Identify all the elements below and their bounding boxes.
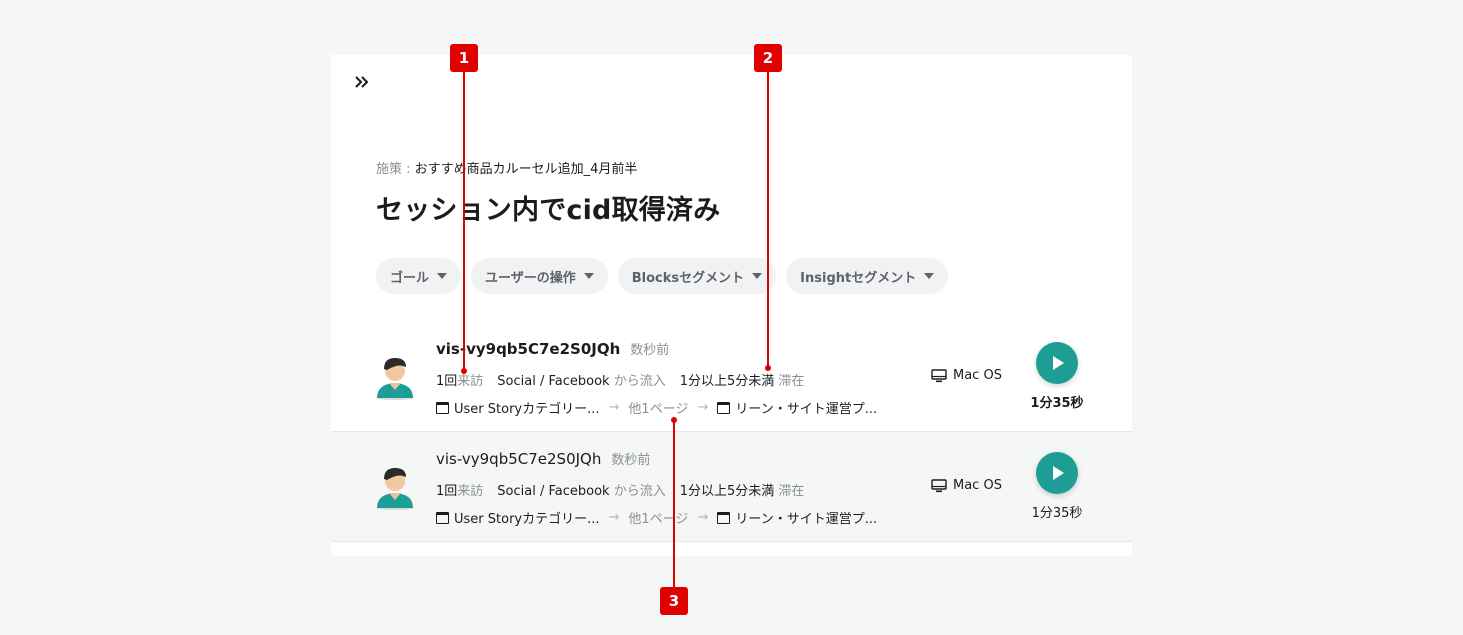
- caret-down-icon: [752, 273, 763, 279]
- visit-count: 1回: [436, 484, 458, 499]
- visit-suffix: 来訪: [457, 484, 484, 499]
- play-icon: [1053, 356, 1064, 370]
- session-row[interactable]: vis-vy9qb5C7e2S0JQh 数秒前 1回来訪 Social / Face…: [331, 432, 1132, 542]
- filter-label: ゴール: [390, 270, 430, 286]
- filter-insight-segment[interactable]: Insightセグメント: [786, 258, 949, 294]
- callout-dot-1: [461, 368, 467, 374]
- stay-suffix: 滞在: [774, 374, 805, 389]
- session-meta: 1回来訪 Social / Facebook から流入 1分以上5分未満 滞在: [436, 370, 804, 389]
- other-pages[interactable]: 他1ページ: [628, 398, 688, 417]
- os-name: Mac OS: [953, 478, 1002, 493]
- source-suffix: から流入: [609, 374, 666, 389]
- first-page[interactable]: User Storyカテゴリー...: [454, 398, 600, 417]
- arrow-right-icon: →: [697, 400, 709, 415]
- page-flow: User Storyカテゴリー... → 他1ページ → リーン・サイト運営プ.…: [436, 398, 877, 417]
- visitor-id[interactable]: vis-vy9qb5C7e2S0JQh 数秒前: [436, 339, 669, 358]
- callout-line-2: [767, 72, 769, 368]
- callout-dot-3: [671, 417, 677, 423]
- visitor-id[interactable]: vis-vy9qb5C7e2S0JQh 数秒前: [436, 449, 650, 468]
- source-sep: /: [535, 484, 549, 499]
- visit-count: 1回: [436, 374, 458, 389]
- filter-blocks-segment[interactable]: Blocksセグメント: [617, 258, 777, 294]
- last-page[interactable]: リーン・サイト運営プ...: [735, 508, 877, 527]
- last-page[interactable]: リーン・サイト運営プ...: [735, 398, 877, 417]
- medium: Facebook: [548, 374, 610, 389]
- callout-line-3: [673, 420, 675, 588]
- visit-suffix: 来訪: [457, 374, 484, 389]
- session-duration: 1分35秒: [1031, 506, 1083, 521]
- callout-line-1: [463, 72, 465, 372]
- stay-duration: 1分以上5分未満: [679, 374, 775, 389]
- caret-down-icon: [583, 273, 594, 279]
- session-meta: 1回来訪 Social / Facebook から流入 1分以上5分未満 滞在: [436, 480, 804, 499]
- stay-duration: 1分以上5分未満: [679, 484, 775, 499]
- caret-down-icon: [924, 273, 935, 279]
- filter-user-action[interactable]: ユーザーの操作: [471, 258, 608, 294]
- arrow-right-icon: →: [697, 510, 709, 525]
- os-name: Mac OS: [953, 368, 1002, 383]
- page-icon: [436, 511, 449, 524]
- os-info: Mac OS: [931, 478, 1002, 493]
- user-avatar-icon: [376, 468, 414, 510]
- session-row[interactable]: vis-vy9qb5C7e2S0JQh 数秒前 1回来訪 Social / Face…: [331, 322, 1132, 432]
- page-icon: [436, 401, 449, 414]
- session-duration: 1分35秒: [1030, 396, 1084, 411]
- visitor-id-text: vis-vy9qb5C7e2S0JQh: [436, 450, 602, 468]
- campaign-prefix: 施策 :: [376, 162, 415, 177]
- page-icon: [717, 511, 731, 524]
- page-icon: [717, 401, 731, 414]
- other-pages[interactable]: 他1ページ: [628, 508, 688, 527]
- campaign-name: おすすめ商品カルーセル追加_4月前半: [414, 162, 638, 177]
- desktop-icon: [931, 368, 947, 382]
- source: Social: [497, 374, 536, 389]
- time-ago: 数秒前: [630, 343, 670, 358]
- source-sep: /: [535, 374, 549, 389]
- callout-badge-1: 1: [450, 44, 478, 72]
- caret-down-icon: [437, 273, 448, 279]
- play-icon: [1053, 466, 1064, 480]
- campaign-label: 施策 : おすすめ商品カルーセル追加_4月前半: [376, 158, 637, 177]
- play-button[interactable]: [1036, 342, 1078, 384]
- first-page[interactable]: User Storyカテゴリー...: [454, 508, 600, 527]
- double-chevron-right-icon[interactable]: [351, 71, 373, 93]
- filter-bar: ゴール ユーザーの操作 Blocksセグメント Insightセグメント: [376, 258, 949, 294]
- arrow-right-icon: →: [608, 400, 620, 415]
- filter-label: ユーザーの操作: [485, 270, 576, 286]
- page-title: セッション内でcid取得済み: [376, 195, 721, 226]
- source-suffix: から流入: [609, 484, 666, 499]
- play-button[interactable]: [1036, 452, 1078, 494]
- session-list-panel: 施策 : おすすめ商品カルーセル追加_4月前半 セッション内でcid取得済み ゴ…: [331, 55, 1132, 556]
- filter-goal[interactable]: ゴール: [376, 258, 462, 294]
- time-ago: 数秒前: [611, 453, 651, 468]
- os-info: Mac OS: [931, 368, 1002, 383]
- callout-badge-2: 2: [754, 44, 782, 72]
- callout-badge-3: 3: [660, 587, 688, 615]
- arrow-right-icon: →: [608, 510, 620, 525]
- filter-label: Insightセグメント: [800, 270, 917, 286]
- user-avatar-icon: [376, 358, 414, 400]
- medium: Facebook: [548, 484, 610, 499]
- stay-suffix: 滞在: [774, 484, 805, 499]
- filter-label: Blocksセグメント: [631, 270, 745, 286]
- desktop-icon: [931, 478, 947, 492]
- callout-dot-2: [765, 365, 771, 371]
- page-flow: User Storyカテゴリー... → 他1ページ → リーン・サイト運営プ.…: [436, 508, 877, 527]
- source: Social: [497, 484, 536, 499]
